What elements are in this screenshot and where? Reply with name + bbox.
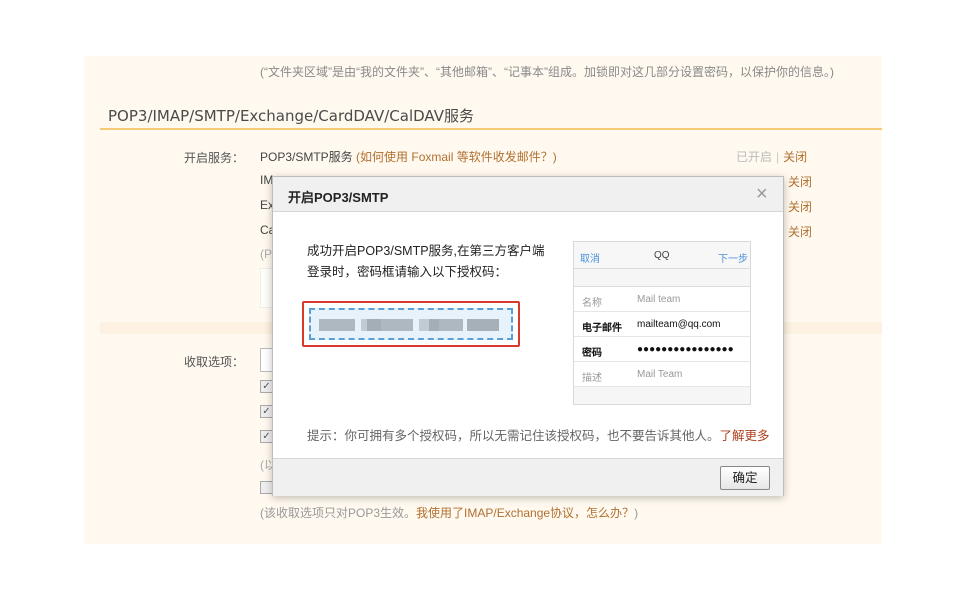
phone-row-email: 电子邮件 mailteam@qq.com bbox=[574, 312, 750, 337]
phone-nav-bar: 取消 QQ 下一步 bbox=[574, 242, 750, 269]
phone-row-name: 名称 Mail team bbox=[574, 287, 750, 312]
close-service-button[interactable]: 关闭 bbox=[788, 173, 812, 190]
status-enabled-text: 已开启 bbox=[736, 150, 773, 164]
authorization-code-field[interactable] bbox=[309, 308, 513, 340]
receive-options-label: 收取选项： bbox=[184, 355, 245, 369]
blurred-code-segment bbox=[429, 319, 463, 331]
phone-form: 名称 Mail team 电子邮件 mailteam@qq.com 密码 ●●●… bbox=[574, 286, 750, 387]
phone-cancel-label: 取消 bbox=[580, 254, 600, 265]
row-key: 密码 bbox=[582, 348, 602, 359]
success-message: 成功开启POP3/SMTP服务,在第三方客户端登录时，密码框请输入以下授权码： bbox=[307, 244, 545, 279]
section-divider bbox=[100, 128, 882, 130]
pop3-only-note-end: ) bbox=[634, 506, 639, 520]
status-separator: | bbox=[776, 150, 780, 164]
row-key: 描述 bbox=[582, 373, 602, 384]
learn-more-link[interactable]: 了解更多 bbox=[720, 429, 770, 443]
close-icon[interactable]: × bbox=[756, 183, 768, 206]
phone-login-example: 取消 QQ 下一步 名称 Mail team 电子邮件 mailteam@qq.… bbox=[573, 241, 751, 405]
enable-service-label: 开启服务： bbox=[184, 151, 245, 165]
close-service-button[interactable]: 关闭 bbox=[788, 223, 812, 240]
folder-lock-note: (“文件夹区域”是由“我的文件夹”、“其他邮箱”、“记事本”组成。加锁即对这几部… bbox=[260, 65, 834, 79]
authorization-code-highlight bbox=[302, 301, 520, 347]
confirm-button[interactable]: 确定 bbox=[720, 466, 770, 490]
tip-message: 提示：你可拥有多个授权码，所以无需记住该授权码，也不要告诉其他人。 bbox=[307, 429, 720, 443]
section-title: POP3/IMAP/SMTP/Exchange/CardDAV/CalDAV服务 bbox=[108, 107, 474, 125]
imap-help-link[interactable]: 我使用了IMAP/Exchange协议，怎么办？ bbox=[416, 506, 634, 520]
pop3-only-note-text: (该收取选项只对POP3生效。 bbox=[260, 506, 417, 520]
row-value: mailteam@qq.com bbox=[637, 319, 721, 330]
phone-title: QQ bbox=[654, 250, 670, 261]
phone-row-description: 描述 Mail Team bbox=[574, 362, 750, 387]
service-name: POP3/SMTP服务 bbox=[260, 150, 353, 164]
dialog-title: 开启POP3/SMTP bbox=[288, 190, 389, 205]
row-value: ●●●●●●●●●●●●●●●● bbox=[637, 344, 734, 355]
close-service-button[interactable]: 关闭 bbox=[783, 150, 807, 164]
foxmail-help-link[interactable]: (如何使用 Foxmail 等软件收发邮件？) bbox=[356, 150, 557, 164]
close-service-button[interactable]: 关闭 bbox=[788, 198, 812, 215]
pop3-only-note: (该收取选项只对POP3生效。我使用了IMAP/Exchange协议，怎么办？) bbox=[260, 504, 638, 521]
dialog-header: 开启POP3/SMTP × bbox=[273, 177, 783, 212]
row-value: Mail team bbox=[637, 294, 681, 305]
blurred-code-segment bbox=[319, 319, 355, 331]
service-status-pop3: 已开启 | 关闭 bbox=[736, 148, 807, 165]
phone-row-password: 密码 ●●●●●●●●●●●●●●●● bbox=[574, 337, 750, 362]
tip-text: 提示：你可拥有多个授权码，所以无需记住该授权码，也不要告诉其他人。了解更多 bbox=[307, 425, 770, 444]
row-key: 名称 bbox=[582, 298, 602, 309]
dialog-footer: 确定 bbox=[273, 458, 783, 496]
blurred-code-segment bbox=[467, 319, 499, 331]
service-row-pop3: POP3/SMTP服务 (如何使用 Foxmail 等软件收发邮件？) bbox=[260, 148, 557, 165]
service-note: (P bbox=[260, 247, 272, 261]
phone-next-label: 下一步 bbox=[718, 254, 748, 265]
enable-pop3-dialog: 开启POP3/SMTP × 成功开启POP3/SMTP服务,在第三方客户端登录时… bbox=[272, 176, 784, 496]
blurred-code-segment bbox=[367, 319, 413, 331]
row-key: 电子邮件 bbox=[582, 323, 622, 334]
row-value: Mail Team bbox=[637, 369, 683, 380]
